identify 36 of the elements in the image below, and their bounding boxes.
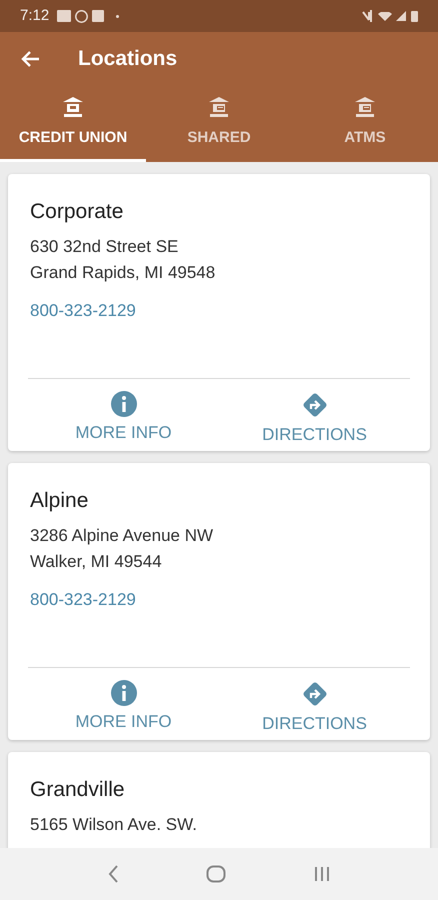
wifi-icon	[378, 12, 392, 20]
circle-icon	[75, 10, 88, 22]
phone-link[interactable]: 800-323-2129	[30, 586, 136, 612]
info-icon	[110, 680, 136, 706]
address-line: 3286 Alpine Avenue NW	[30, 524, 214, 546]
back-arrow-icon[interactable]	[20, 50, 40, 68]
phone-link[interactable]: 800-323-2129	[30, 298, 136, 323]
status-time: 7:12	[20, 6, 50, 26]
address-line: 630 32nd Street SE	[30, 236, 178, 258]
bank-icon	[354, 96, 376, 118]
bank-icon	[208, 96, 230, 118]
location-name: Grandville	[30, 777, 125, 803]
more-info-button[interactable]: MORE INFO	[28, 680, 219, 740]
location-name: Corporate	[30, 199, 124, 225]
address-line: Walker, MI 49544	[30, 550, 162, 572]
location-name: Alpine	[30, 488, 88, 514]
back-icon[interactable]	[107, 864, 120, 884]
screen-title: Locations	[78, 46, 178, 72]
directions-button[interactable]: DIRECTIONS	[219, 680, 410, 740]
image-icon	[57, 10, 72, 22]
tab[interactable]: CREDIT UNION	[0, 82, 146, 162]
address-line: 5165 Wilson Ave. SW.	[30, 814, 197, 836]
tab[interactable]: ATMS	[292, 82, 438, 162]
square-icon	[92, 10, 104, 22]
home-icon[interactable]	[206, 865, 226, 883]
recent-apps-icon[interactable]	[312, 865, 331, 883]
signal-icon	[396, 11, 406, 21]
directions-button[interactable]: DIRECTIONS	[219, 391, 410, 451]
bank-icon	[62, 96, 84, 118]
info-icon	[110, 391, 136, 417]
mute-icon	[362, 10, 372, 22]
battery-icon	[411, 10, 418, 22]
address-line: Grand Rapids, MI 49548	[30, 262, 216, 284]
dot-icon	[116, 14, 120, 18]
more-info-button[interactable]: MORE INFO	[28, 391, 219, 451]
tab[interactable]: SHARED	[146, 82, 292, 162]
